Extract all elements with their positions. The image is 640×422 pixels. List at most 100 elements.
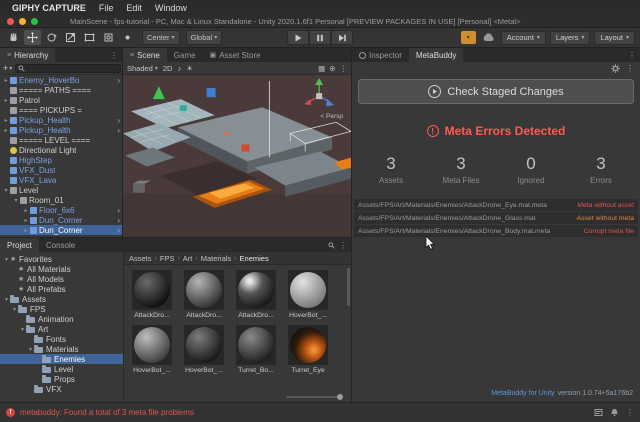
- shading-mode-dropdown[interactable]: Shaded▾: [127, 64, 158, 73]
- space-toggle-button[interactable]: Global▾: [186, 30, 223, 45]
- menubar-item-file[interactable]: File: [99, 3, 114, 13]
- grid-icon[interactable]: ▦: [318, 64, 325, 73]
- more-menu-icon[interactable]: ⋮: [110, 51, 118, 60]
- asset-item[interactable]: AttackDro...: [130, 270, 174, 319]
- more-menu-icon[interactable]: ⋮: [339, 241, 347, 250]
- more-menu-icon[interactable]: ⋮: [628, 51, 636, 60]
- slider-knob[interactable]: [337, 394, 343, 400]
- pivot-toggle-button[interactable]: Center▾: [142, 30, 180, 45]
- lighting-toggle-icon[interactable]: ☀: [186, 64, 193, 73]
- tree-item-all-materials[interactable]: ★All Materials: [0, 264, 123, 274]
- prefab-open-chevron[interactable]: ›: [115, 116, 122, 125]
- more-menu-icon[interactable]: ⋮: [626, 64, 634, 73]
- hierarchy-item[interactable]: ==== PICKUPS =: [0, 105, 122, 115]
- play-button[interactable]: [287, 30, 309, 45]
- metabuddy-link[interactable]: MetaBuddy for Unity: [491, 390, 554, 397]
- gear-icon[interactable]: [611, 64, 620, 73]
- breadcrumb-item-current[interactable]: Enemies: [240, 254, 269, 263]
- tab-console[interactable]: Console: [39, 238, 82, 252]
- asset-item[interactable]: HoverBot_...: [182, 325, 226, 374]
- 2d-toggle-button[interactable]: 2D: [163, 64, 173, 73]
- disclosure-arrow[interactable]: ▸: [2, 117, 10, 124]
- more-menu-icon[interactable]: ⋮: [340, 64, 348, 73]
- breadcrumb-item[interactable]: Art: [183, 254, 193, 263]
- prefab-open-chevron[interactable]: ›: [115, 76, 122, 85]
- menubar-item-window[interactable]: Window: [155, 3, 187, 13]
- account-dropdown[interactable]: Account▾: [501, 31, 546, 45]
- tab-metabuddy[interactable]: MetaBuddy: [409, 48, 463, 62]
- tree-item-all-models[interactable]: ★All Models: [0, 274, 123, 284]
- asset-item[interactable]: HoverBot_...: [286, 270, 330, 319]
- pause-button[interactable]: [309, 30, 331, 45]
- prefab-open-chevron[interactable]: ›: [115, 226, 122, 235]
- layout-dropdown[interactable]: Layout▾: [594, 31, 635, 45]
- tab-game[interactable]: Game: [167, 48, 203, 62]
- tree-item-all-prefabs[interactable]: ★All Prefabs: [0, 284, 123, 294]
- hierarchy-item[interactable]: VFX_Lava: [0, 175, 122, 185]
- tree-item-fonts[interactable]: Fonts: [0, 334, 123, 344]
- disclosure-arrow[interactable]: ▸: [2, 127, 10, 134]
- hierarchy-search-input[interactable]: [27, 64, 118, 72]
- hierarchy-item[interactable]: ===== LEVEL ====: [0, 135, 122, 145]
- asset-item[interactable]: Turret_Eye: [286, 325, 330, 374]
- disclosure-arrow[interactable]: ▾: [19, 326, 26, 333]
- disclosure-arrow[interactable]: ▾: [2, 187, 10, 194]
- breadcrumb-item[interactable]: Assets: [129, 254, 152, 263]
- hierarchy-item[interactable]: ▸Patrol: [0, 95, 122, 105]
- asset-item[interactable]: AttackDro...: [234, 270, 278, 319]
- search-icon[interactable]: [328, 242, 335, 249]
- prefab-open-chevron[interactable]: ›: [115, 216, 122, 225]
- statusbar-message[interactable]: metabuddy: Found a total of 3 meta file …: [20, 408, 194, 417]
- hierarchy-item[interactable]: ▾Room_01: [0, 195, 122, 205]
- tab-inspector[interactable]: Inspector: [352, 48, 409, 62]
- more-menu-icon[interactable]: ⋮: [626, 408, 634, 417]
- grid-scrollbar[interactable]: [347, 268, 350, 306]
- hierarchy-item[interactable]: ===== PATHS ====: [0, 85, 122, 95]
- create-object-button[interactable]: +▾: [3, 63, 12, 73]
- disclosure-arrow[interactable]: ▾: [27, 346, 34, 353]
- meta-error-row[interactable]: Assets/FPS/Art/Materials/Enemies/AttackD…: [354, 212, 638, 224]
- disclosure-arrow[interactable]: ▾: [11, 306, 18, 313]
- meta-error-row[interactable]: Assets/FPS/Art/Materials/Enemies/AttackD…: [354, 199, 638, 211]
- breadcrumb-item[interactable]: Materials: [201, 254, 231, 263]
- menubar-app-name[interactable]: GIPHY CAPTURE: [12, 3, 86, 13]
- hand-tool-button[interactable]: [5, 30, 22, 45]
- asset-item[interactable]: HoverBot_...: [130, 325, 174, 374]
- hierarchy-item-selected[interactable]: ▸Dun_Corner›: [0, 225, 122, 235]
- breadcrumb-item[interactable]: FPS: [160, 254, 175, 263]
- scale-tool-button[interactable]: [62, 30, 79, 45]
- prefab-open-chevron[interactable]: ›: [115, 126, 122, 135]
- disclosure-arrow[interactable]: ▾: [3, 296, 10, 303]
- audio-toggle-icon[interactable]: ♪: [177, 64, 181, 73]
- menubar-item-edit[interactable]: Edit: [126, 3, 142, 13]
- hierarchy-item[interactable]: VFX_Dust: [0, 165, 122, 175]
- disclosure-arrow[interactable]: ▸: [2, 97, 10, 104]
- hierarchy-item[interactable]: Directional Light: [0, 145, 122, 155]
- disclosure-arrow[interactable]: ▾: [12, 197, 20, 204]
- close-window-button[interactable]: [7, 18, 14, 25]
- error-badge-icon[interactable]: !: [6, 408, 15, 417]
- hierarchy-item[interactable]: HighStep: [0, 155, 122, 165]
- zoom-window-button[interactable]: [31, 18, 38, 25]
- bell-icon[interactable]: [610, 408, 619, 417]
- layers-dropdown[interactable]: Layers▾: [550, 31, 591, 45]
- tab-project[interactable]: Project: [0, 238, 39, 252]
- thumbnail-size-slider[interactable]: [286, 396, 341, 398]
- asset-item[interactable]: Turret_Bo...: [234, 325, 278, 374]
- tab-hierarchy[interactable]: ≡ Hierarchy: [0, 48, 55, 62]
- prefab-open-chevron[interactable]: ›: [115, 206, 122, 215]
- tree-item-vfx[interactable]: VFX: [0, 384, 123, 394]
- minimize-window-button[interactable]: [19, 18, 26, 25]
- move-tool-button[interactable]: [24, 30, 41, 45]
- tree-item-fps[interactable]: ▾FPS: [0, 304, 123, 314]
- gizmos-icon[interactable]: ⊕: [329, 64, 335, 73]
- check-staged-changes-button[interactable]: Check Staged Changes: [358, 79, 634, 104]
- disclosure-arrow[interactable]: ▾: [3, 256, 10, 263]
- console-icon[interactable]: [594, 408, 603, 417]
- disclosure-arrow[interactable]: ▸: [22, 217, 30, 224]
- disclosure-arrow[interactable]: ▸: [2, 77, 10, 84]
- rect-tool-button[interactable]: [81, 30, 98, 45]
- asset-item[interactable]: AttackDro...: [182, 270, 226, 319]
- tree-item-art[interactable]: ▾Art: [0, 324, 123, 334]
- tree-item-enemies-selected[interactable]: Enemies: [0, 354, 123, 364]
